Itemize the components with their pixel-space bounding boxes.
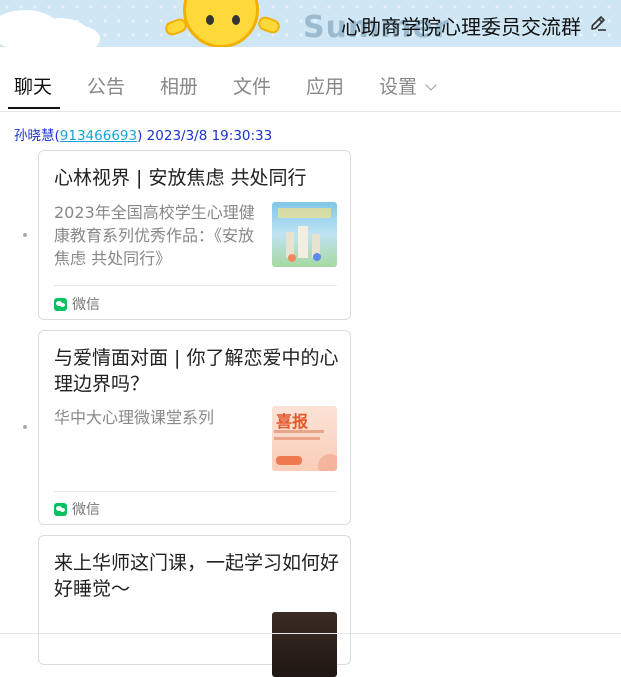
edit-pencil-icon[interactable] xyxy=(589,14,607,32)
chevron-down-icon xyxy=(425,79,437,91)
card-description: 2023年全国高校学生心理健康教育系列优秀作品：《安放焦虑 共处同行》 xyxy=(54,203,255,268)
group-banner: Summer 心助商学院心理委员交流群 xyxy=(0,0,621,47)
article-thumbnail: 喜报 xyxy=(272,406,337,471)
card-source-label: 微信 xyxy=(72,502,100,518)
chat-bottom-divider xyxy=(0,633,621,634)
wechat-icon xyxy=(54,298,67,311)
card-title: 心林视界 | 安放焦虑 共处同行 xyxy=(54,167,307,189)
share-card[interactable]: 与爱情面对面 | 你了解恋爱中的心理边界吗？ 华中大心理微课堂系列 喜报 微信 xyxy=(38,330,351,525)
tab-files[interactable]: 文件 xyxy=(233,72,271,99)
card-source: 微信 xyxy=(54,294,100,314)
share-card[interactable]: 心林视界 | 安放焦虑 共处同行 2023年全国高校学生心理健康教育系列优秀作品… xyxy=(38,150,351,320)
sender-name[interactable]: 孙晓慧 xyxy=(14,128,55,144)
message-header: 孙晓慧(913466693) 2023/3/8 19:30:33 xyxy=(14,128,273,144)
card-description: 华中大心理微课堂系列 xyxy=(54,408,215,427)
sender-qq-link[interactable]: 913466693 xyxy=(60,128,137,144)
tab-announcements[interactable]: 公告 xyxy=(87,72,125,99)
article-thumbnail xyxy=(272,202,337,267)
tab-bar: 聊天 公告 相册 文件 应用 设置 xyxy=(0,60,621,112)
tab-apps[interactable]: 应用 xyxy=(306,72,344,99)
group-title: 心助商学院心理委员交流群 xyxy=(341,15,581,39)
card-source-label: 微信 xyxy=(72,297,100,313)
tab-album[interactable]: 相册 xyxy=(160,72,198,99)
active-tab-indicator xyxy=(8,107,60,109)
bullet-dot xyxy=(23,425,27,429)
card-source: 微信 xyxy=(54,499,100,519)
tab-settings[interactable]: 设置 xyxy=(379,72,437,99)
tab-chat[interactable]: 聊天 xyxy=(14,72,52,99)
card-title: 与爱情面对面 | 你了解恋爱中的心理边界吗？ xyxy=(54,347,339,395)
bullet-dot xyxy=(23,233,27,237)
wechat-icon xyxy=(54,503,67,516)
share-card[interactable]: 来上华师这门课，一起学习如何好好睡觉～ xyxy=(38,535,351,677)
message-timestamp: 2023/3/8 19:30:33 xyxy=(146,128,273,144)
tab-settings-label: 设置 xyxy=(379,76,418,98)
card-title: 来上华师这门课，一起学习如何好好睡觉～ xyxy=(54,552,340,600)
